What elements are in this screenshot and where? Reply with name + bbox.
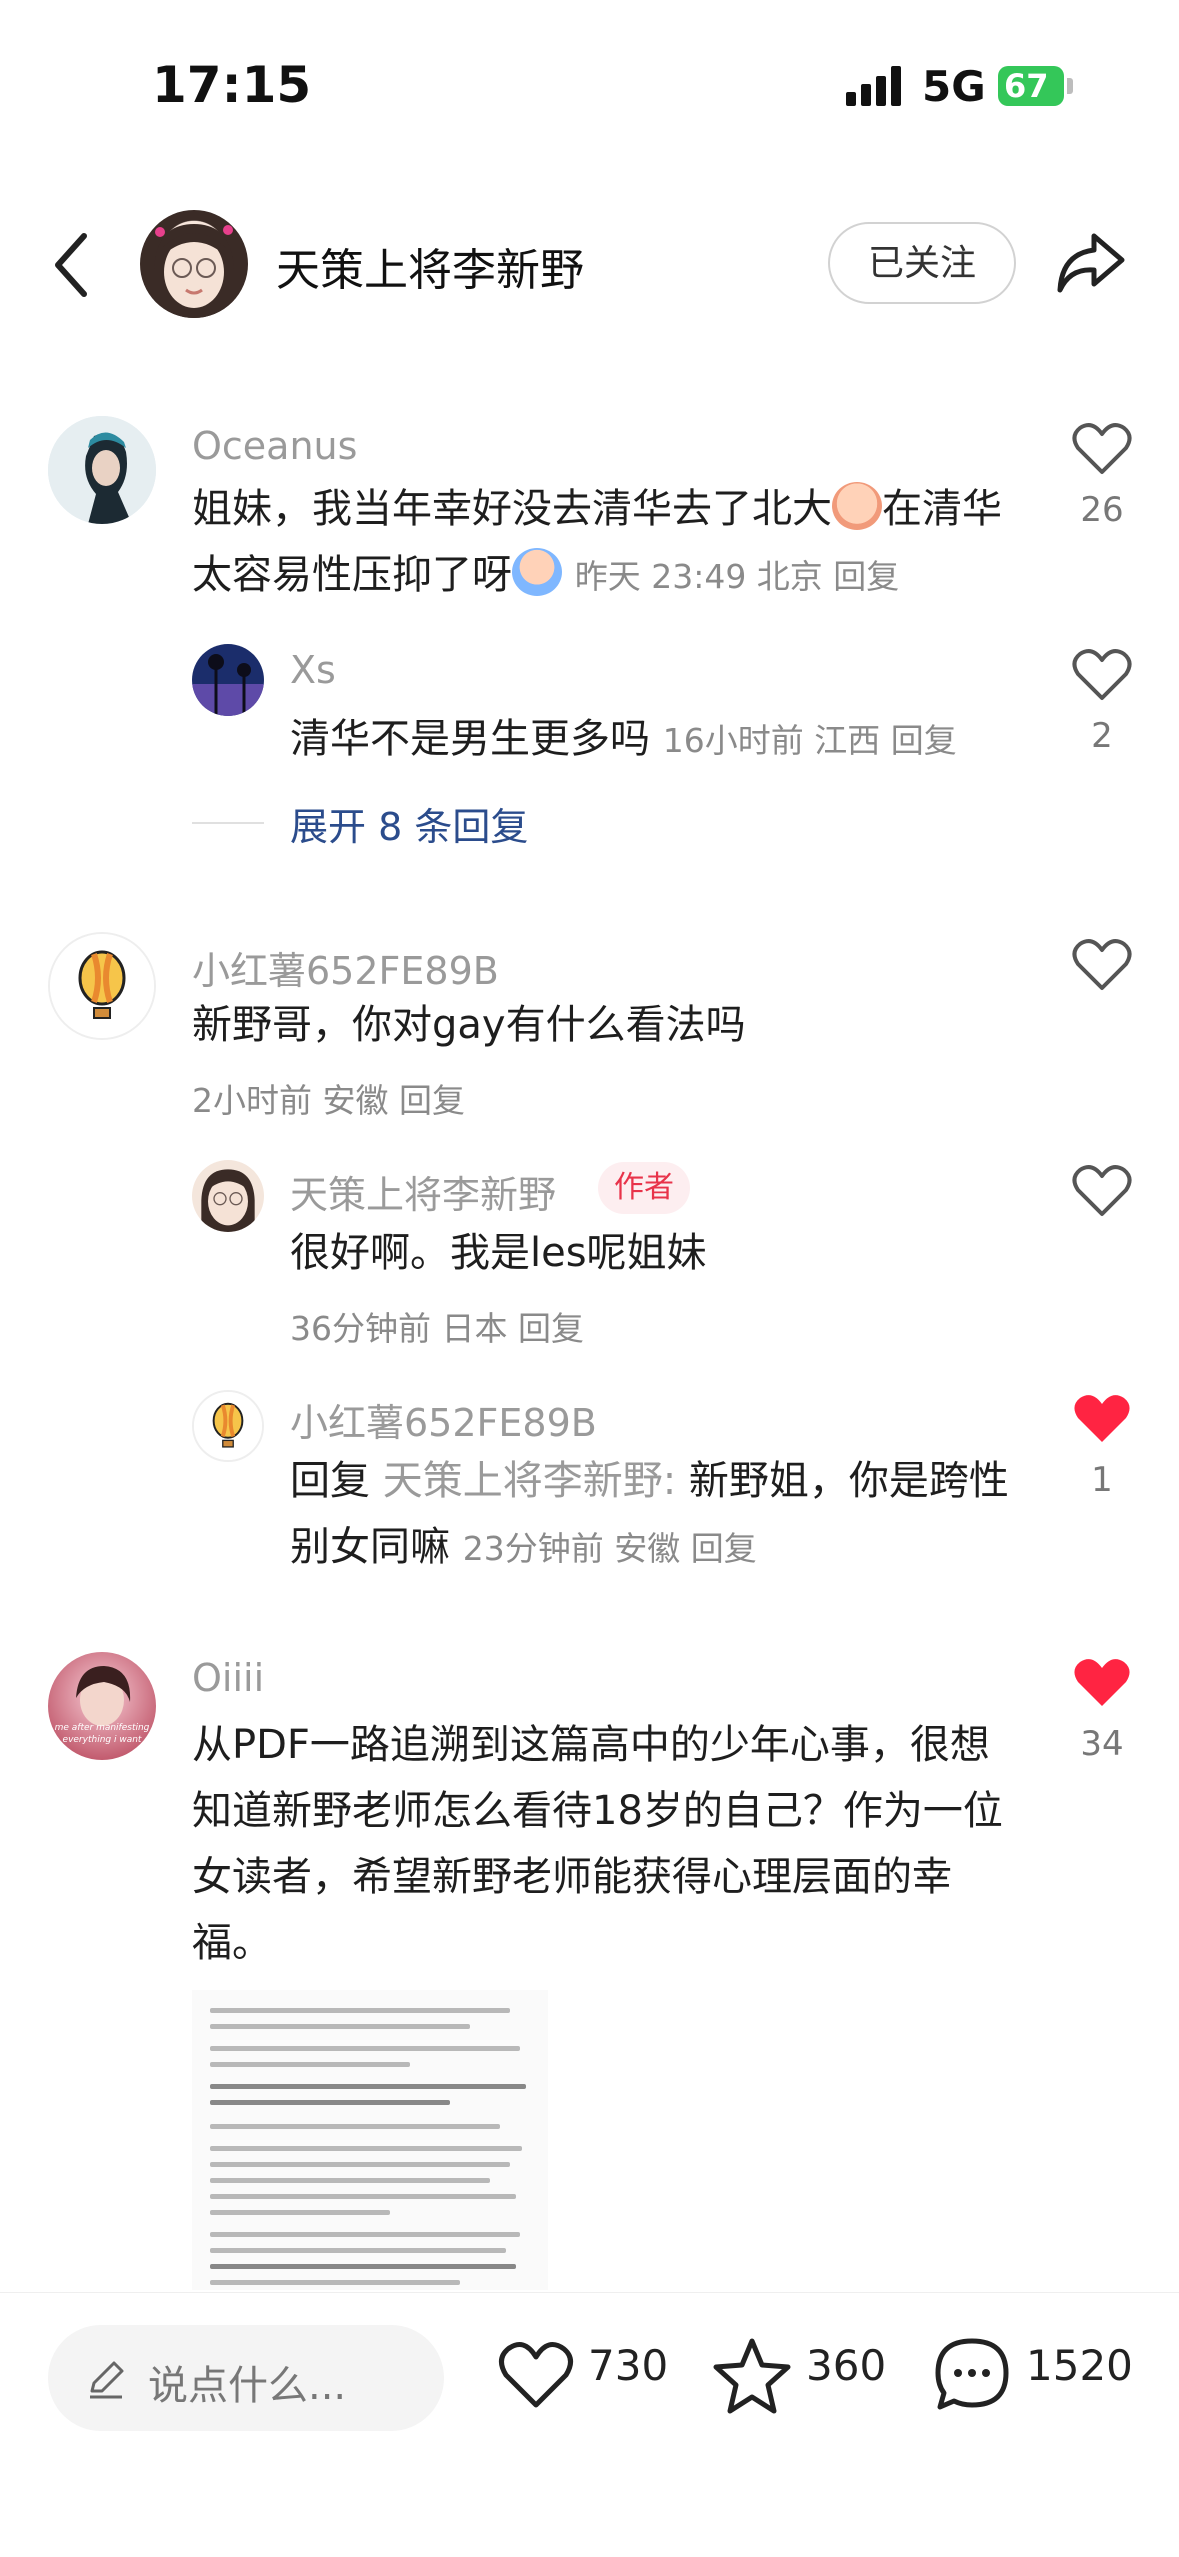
heart-icon[interactable] bbox=[1072, 420, 1132, 476]
comment-input-placeholder: 说点什么... bbox=[148, 2363, 347, 2409]
status-bar: 17:15 5G 67 bbox=[0, 0, 1179, 160]
comment-username[interactable]: Oceanus bbox=[192, 424, 357, 468]
author-avatar[interactable] bbox=[140, 210, 248, 318]
follow-button[interactable]: 已关注 bbox=[828, 222, 1016, 304]
crying-emoji-icon bbox=[832, 482, 882, 530]
comment-text: 新野哥，你对gay有什么看法吗 bbox=[192, 1002, 746, 1048]
comment-input[interactable]: 说点什么... bbox=[48, 2325, 444, 2431]
reply-meta[interactable]: 16小时前 江西 回复 bbox=[663, 721, 957, 760]
avatar-caption: me after manifesting everything i want bbox=[54, 1723, 150, 1745]
reply-prefix: 回复 bbox=[290, 1458, 370, 1504]
comment-username[interactable]: 小红薯652FE89B bbox=[192, 940, 499, 995]
author-name[interactable]: 天策上将李新野 bbox=[276, 234, 584, 298]
comment-text-part: 姐妹，我当年幸好没去清华去了北大 bbox=[192, 486, 832, 532]
comment-meta[interactable]: 2小时前 安徽 回复 bbox=[192, 1074, 465, 1122]
avatar-image bbox=[192, 644, 264, 716]
author-avatar-face bbox=[154, 224, 234, 318]
like-heart-icon[interactable] bbox=[496, 2335, 576, 2415]
balloon-avatar-icon bbox=[50, 934, 154, 1038]
pencil-icon bbox=[90, 2361, 124, 2399]
battery-tip bbox=[1067, 78, 1073, 94]
like-count-total: 730 bbox=[588, 2341, 669, 2390]
comment-bubble-icon[interactable] bbox=[932, 2335, 1012, 2415]
comment-meta[interactable]: 昨天 23:49 北京 回复 bbox=[575, 557, 900, 596]
status-time: 17:15 bbox=[152, 56, 312, 114]
heart-icon[interactable] bbox=[1072, 1162, 1132, 1218]
avatar-image bbox=[48, 416, 156, 524]
like-count: 26 bbox=[1080, 490, 1124, 530]
balloon-avatar-icon bbox=[194, 1392, 262, 1460]
author-badge: 作者 bbox=[598, 1162, 690, 1214]
avatar[interactable] bbox=[48, 416, 156, 524]
reply-to-user[interactable]: 天策上将李新野: bbox=[383, 1458, 676, 1504]
reply-text-body: 清华不是男生更多吗 bbox=[290, 716, 650, 762]
comment-image[interactable] bbox=[192, 1990, 548, 2290]
reply-text: 很好啊。我是les呢姐妹 bbox=[290, 1230, 707, 1276]
reply-meta[interactable]: 23分钟前 安徽 回复 bbox=[463, 1529, 757, 1568]
reply-text: 清华不是男生更多吗 16小时前 江西 回复 bbox=[290, 706, 1030, 774]
comment-text: 姐妹，我当年幸好没去清华去了北大 在清华太容易性压抑了呀 昨天 23:49 北京 … bbox=[192, 476, 1022, 610]
avatar[interactable] bbox=[192, 1390, 264, 1462]
signal-icon bbox=[846, 66, 906, 106]
battery-icon: 67 bbox=[998, 66, 1064, 106]
expand-replies-link[interactable]: 展开 8 条回复 bbox=[290, 796, 528, 851]
top-nav: 天策上将李新野 已关注 bbox=[0, 200, 1179, 330]
heart-icon[interactable] bbox=[1072, 646, 1132, 702]
avatar-image bbox=[192, 1160, 264, 1232]
network-type: 5G bbox=[922, 62, 986, 111]
bottom-action-bar: 说点什么... 730 360 1520 bbox=[0, 2292, 1179, 2557]
heart-filled-icon[interactable] bbox=[1072, 1654, 1132, 1710]
reply-username[interactable]: 天策上将李新野 bbox=[290, 1164, 556, 1219]
reply-username[interactable]: 小红薯652FE89B bbox=[290, 1392, 597, 1447]
comment-username[interactable]: Oiiii bbox=[192, 1656, 264, 1700]
avatar[interactable] bbox=[192, 1160, 264, 1232]
like-count: 2 bbox=[1091, 716, 1113, 756]
comment-count-total: 1520 bbox=[1026, 2341, 1133, 2390]
like-count: 1 bbox=[1091, 1460, 1113, 1500]
battery-level: 67 bbox=[1004, 67, 1049, 105]
like-count: 34 bbox=[1080, 1724, 1124, 1764]
reply-meta[interactable]: 36分钟前 日本 回复 bbox=[290, 1302, 584, 1350]
comment-text: 从PDF一路追溯到这篇高中的少年心事，很想知道新野老师怎么看待18岁的自己？作为… bbox=[192, 1722, 1003, 1966]
heart-icon[interactable] bbox=[1072, 936, 1132, 992]
expand-divider bbox=[192, 822, 264, 824]
sad-emoji-icon bbox=[512, 548, 562, 596]
avatar[interactable]: me after manifesting everything i want bbox=[48, 1652, 156, 1760]
avatar[interactable] bbox=[48, 932, 156, 1040]
star-icon[interactable] bbox=[712, 2335, 792, 2415]
star-count-total: 360 bbox=[806, 2341, 887, 2390]
heart-filled-icon[interactable] bbox=[1072, 1390, 1132, 1446]
reply-text: 回复 天策上将李新野: 新野姐，你是跨性别女同嘛 23分钟前 安徽 回复 bbox=[290, 1448, 1030, 1582]
avatar[interactable] bbox=[192, 644, 264, 716]
share-icon[interactable] bbox=[1054, 228, 1128, 298]
back-arrow-icon[interactable] bbox=[48, 230, 98, 300]
reply-username[interactable]: Xs bbox=[290, 648, 336, 692]
